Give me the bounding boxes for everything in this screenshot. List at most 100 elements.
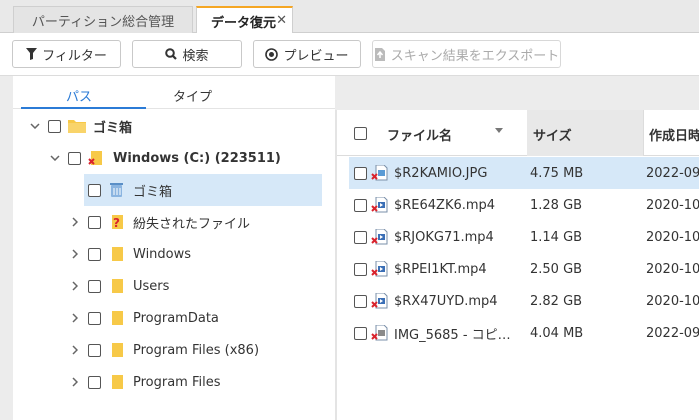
column-header-date[interactable]: 作成日時 [649,125,699,144]
checkbox[interactable] [88,247,101,261]
chevron-right-icon[interactable] [68,215,82,229]
file-size: 4.04 MB [530,325,584,341]
folder-icon [108,374,126,390]
checkbox[interactable] [88,279,101,293]
checkbox[interactable] [48,119,61,133]
checkbox[interactable] [68,151,81,165]
tree-item-users[interactable]: Users [68,270,169,302]
search-label: 検索 [182,48,209,64]
chevron-right-icon[interactable] [68,311,82,325]
tree-item-label: ProgramData [133,310,219,326]
tab-label: データ復元 [211,15,277,31]
file-size: 1.14 GB [530,229,583,245]
file-name: $R2KAMIO.JPG [394,165,488,181]
tab-data-recovery[interactable]: データ復元 ✕ [196,6,293,34]
tree-item-windows[interactable]: Windows [68,238,191,270]
tree-item-recycle-bin-root[interactable]: ゴミ箱 [28,110,132,142]
export-scan-results-button[interactable]: スキャン結果をエクスポート [372,40,561,68]
table-row[interactable]: $RJOKG71.mp4 1.14 GB 2020-10-1 [349,221,699,253]
deleted-video-file-icon [371,260,389,277]
tree-item-label: 紛失されたファイル [133,216,251,232]
chevron-down-icon[interactable] [28,119,42,133]
table-row[interactable]: $R2KAMIO.JPG 4.75 MB 2022-09-0 [349,157,699,189]
file-date: 2020-10-1 [646,197,699,213]
folder-icon [108,278,126,294]
tree-item-program-files-x86[interactable]: Program Files (x86) [68,334,259,366]
preview-label: プレビュー [283,48,349,64]
chevron-right-icon[interactable] [68,247,82,261]
checkbox[interactable] [88,375,101,389]
file-date: 2020-10-1 [646,261,699,277]
unknown-folder-icon: ? [108,214,126,230]
recycle-bin-icon [108,182,126,198]
tab-label: パーティション総合管理 [31,14,175,30]
column-header-size[interactable]: サイズ [533,125,572,144]
tree-item-label: Windows [133,246,192,262]
tab-bar: パーティション総合管理 データ復元 ✕ [0,0,699,34]
checkbox[interactable] [354,166,367,180]
file-name: $RE64ZK6.mp4 [394,197,496,213]
checkbox[interactable] [354,262,367,276]
chevron-right-icon[interactable] [68,375,82,389]
file-date: 2020-10-1 [646,229,699,245]
tree-item-label: ゴミ箱 [133,184,173,200]
checkbox[interactable] [88,183,101,197]
column-separator[interactable] [643,110,644,156]
table-row[interactable]: IMG_5685 - コピ… 4.04 MB 2022-09-0 [349,317,699,349]
file-name: $RX47UYD.mp4 [394,293,498,309]
checkbox[interactable] [88,343,101,357]
checkbox[interactable] [88,215,101,229]
tab-partition-management[interactable]: パーティション総合管理 [13,6,193,33]
deleted-video-file-icon [371,196,389,213]
checkbox[interactable] [354,198,367,212]
active-tab-underline [21,107,146,109]
tree-item-programdata[interactable]: ProgramData [68,302,219,334]
folder-icon [108,342,126,358]
file-size: 4.75 MB [530,165,584,181]
select-all-checkbox[interactable] [354,127,367,140]
sort-arrow-icon[interactable] [495,128,503,133]
deleted-image-file-icon [371,324,389,341]
eye-icon [265,47,279,61]
file-date: 2022-09-0 [646,165,699,181]
checkbox[interactable] [88,311,101,325]
folder-icon [108,310,126,326]
chevron-right-icon[interactable] [68,343,82,357]
deleted-image-file-icon [371,164,389,181]
filter-button[interactable]: フィルター [12,40,121,68]
file-name: IMG_5685 - コピ… [394,327,511,343]
tree-item-label: Windows (C:) (223511) [113,150,281,166]
tree-item-lost-files[interactable]: ? 紛失されたファイル [68,206,250,238]
tree-item-label: Program Files [133,374,221,390]
tab-path[interactable]: パス [66,86,92,105]
file-date: 2022-09-0 [646,325,699,341]
table-row[interactable]: $RE64ZK6.mp4 1.28 GB 2020-10-1 [349,189,699,221]
checkbox[interactable] [354,326,367,340]
export-icon [374,47,386,61]
checkbox[interactable] [354,294,367,308]
preview-button[interactable]: プレビュー [253,40,361,68]
tree-item-label: ゴミ箱 [93,120,133,136]
filter-label: フィルター [42,48,107,64]
chevron-down-icon[interactable] [48,151,62,165]
svg-text:?: ? [113,216,120,230]
chevron-right-icon[interactable] [68,279,82,293]
table-row[interactable]: $RX47UYD.mp4 2.82 GB 2020-10-1 [349,285,699,317]
file-name: $RPEI1KT.mp4 [394,261,487,277]
search-icon [165,48,178,60]
checkbox[interactable] [354,230,367,244]
tree-item-windows-drive[interactable]: Windows (C:) (223511) [48,142,281,174]
tree-item-program-files[interactable]: Program Files [68,366,221,398]
search-button[interactable]: 検索 [132,40,242,68]
table-row[interactable]: $RPEI1KT.mp4 2.50 GB 2020-10-1 [349,253,699,285]
column-header-name[interactable]: ファイル名 [387,125,452,144]
tree-item-recycle-bin[interactable]: ゴミ箱 [84,174,322,206]
file-size: 1.28 GB [530,197,583,213]
file-table: ファイル名 サイズ 作成日時 $R2KAMIO.JPG 4.75 MB 2022… [337,110,699,420]
folder-tree-panel: パス タイプ ゴミ箱 Windows (C:) (223511) ゴミ箱 ? 紛… [13,76,335,420]
folder-icon [108,246,126,262]
tab-type[interactable]: タイプ [173,86,212,105]
export-label: スキャン結果をエクスポート [390,48,560,64]
tree-item-label: Users [133,278,170,294]
close-icon[interactable]: ✕ [276,13,287,28]
